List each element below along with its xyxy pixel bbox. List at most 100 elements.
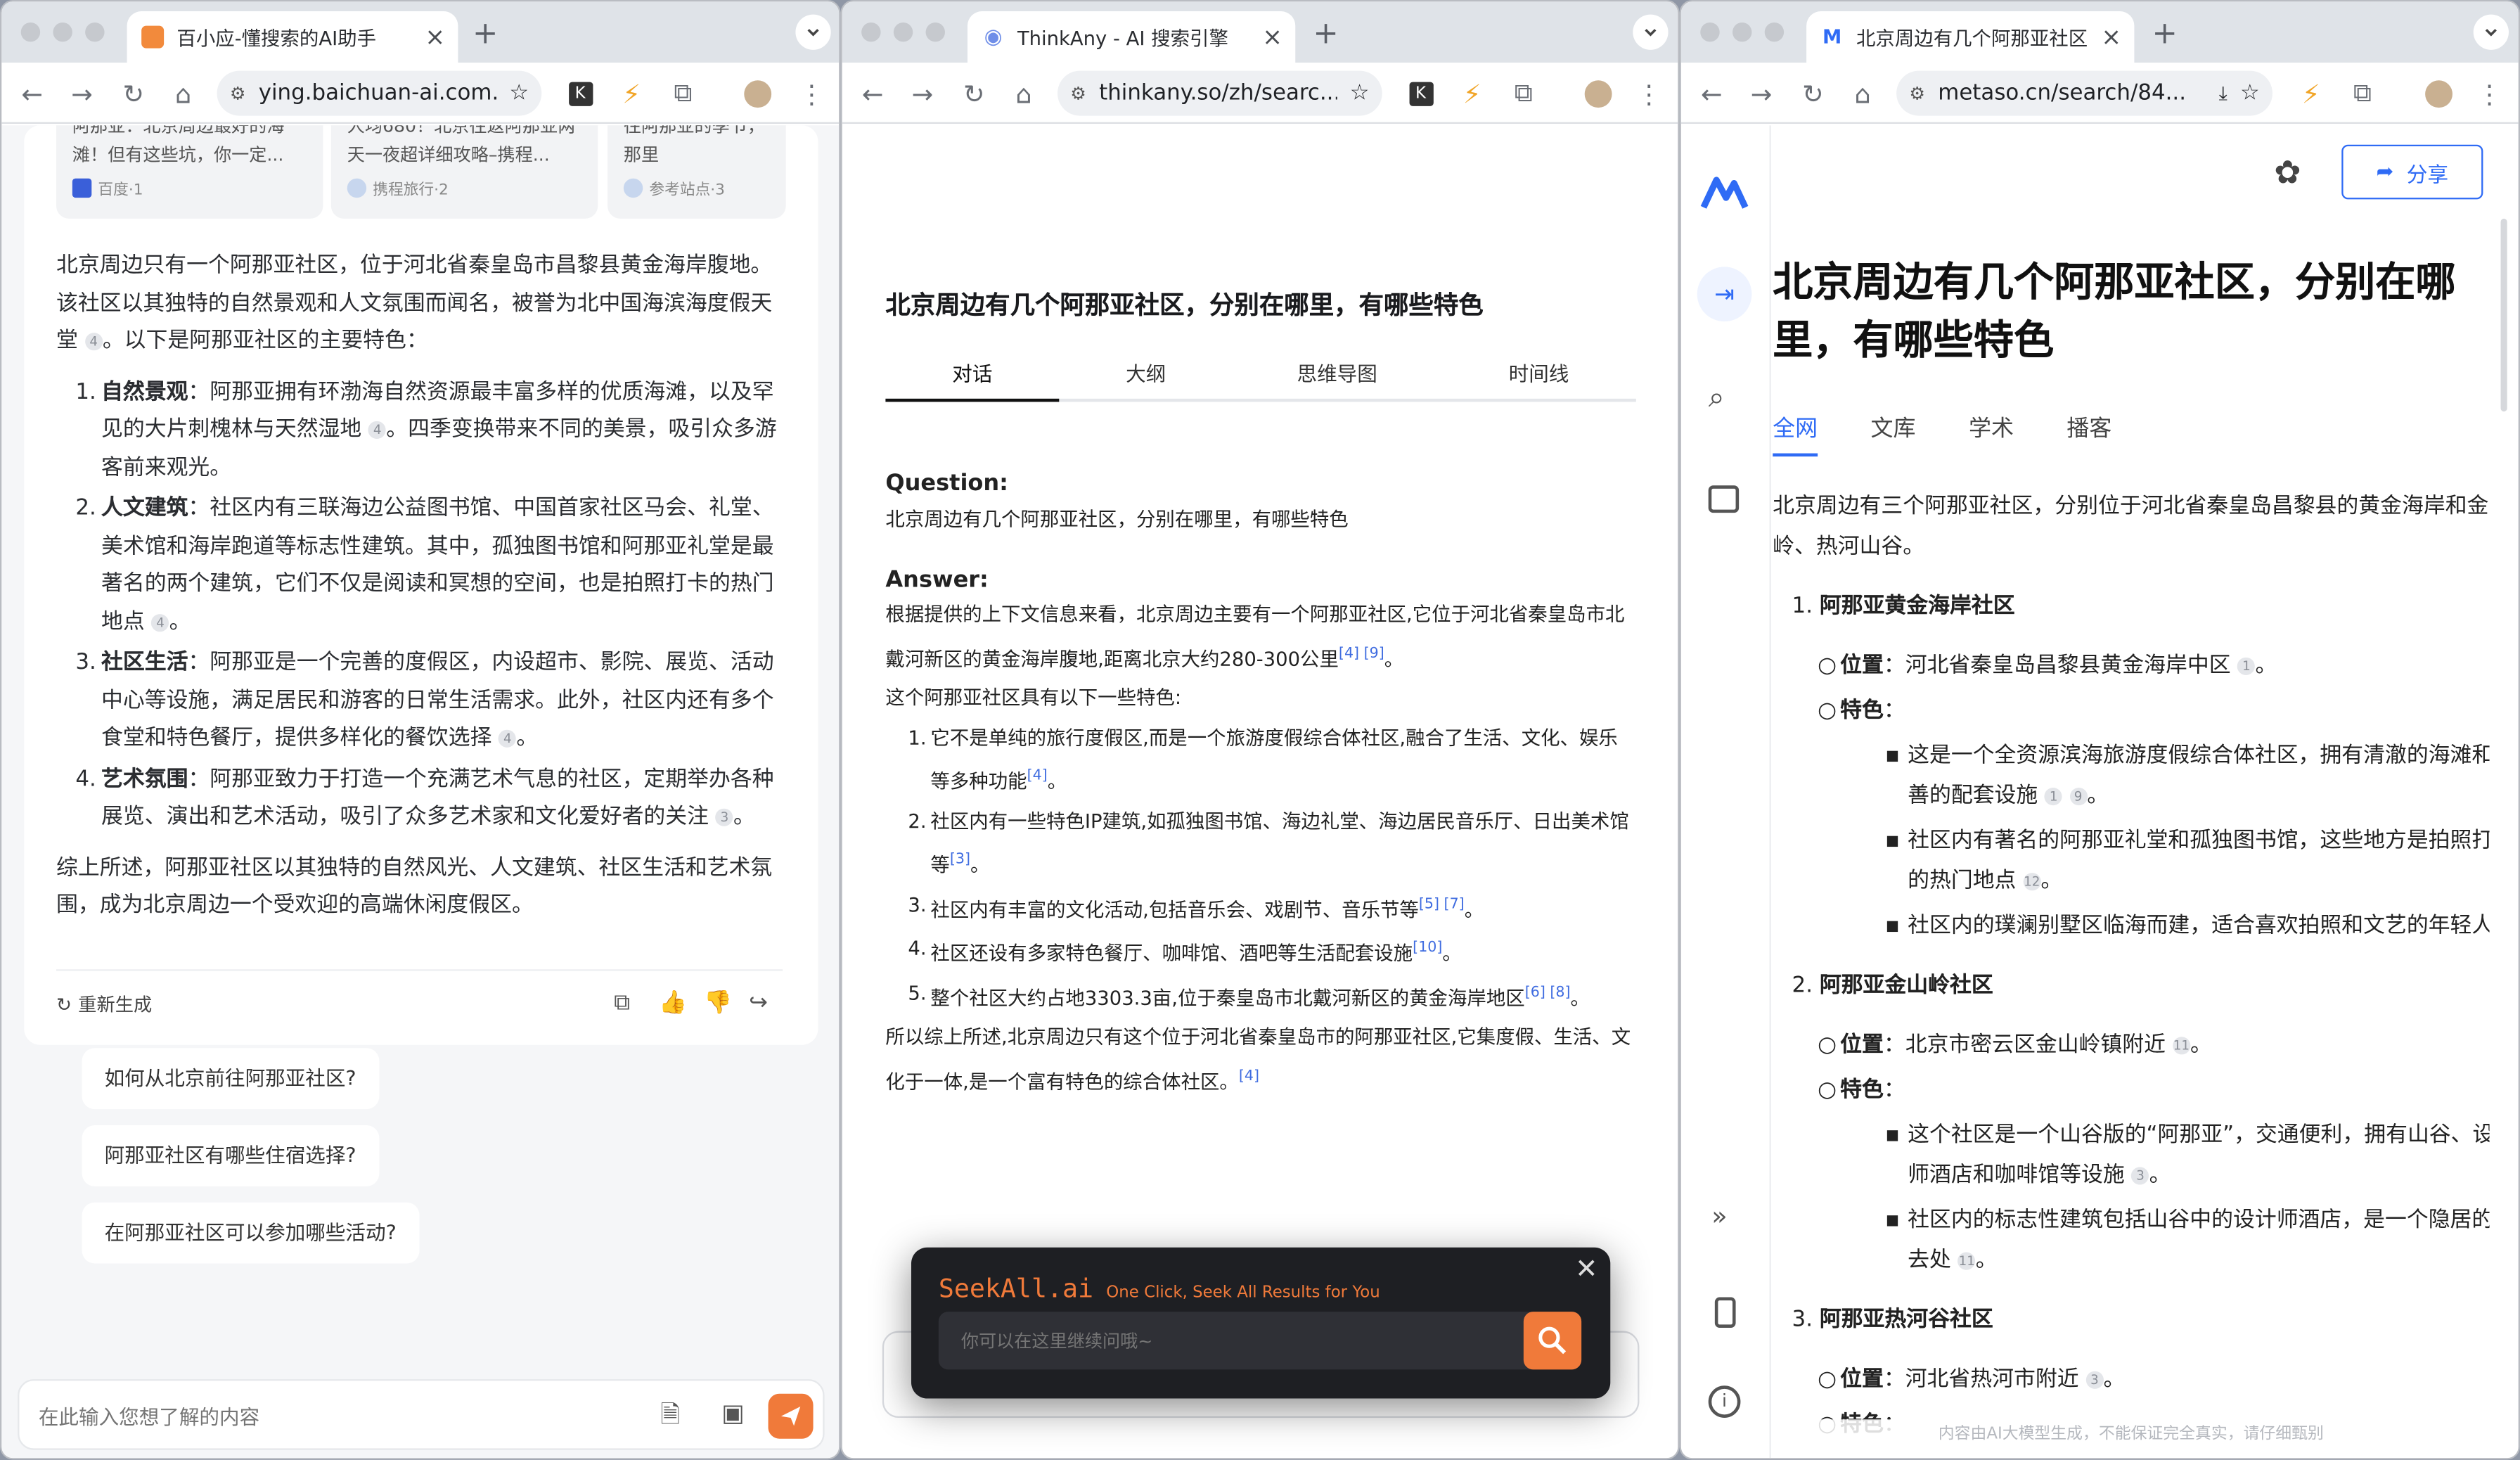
site-info-icon[interactable]: ⚙	[1070, 83, 1086, 104]
citation-badge[interactable]: 4	[499, 729, 517, 748]
close-tab-icon[interactable]: ×	[425, 23, 445, 51]
close-popup-icon[interactable]: ✕	[1575, 1254, 1598, 1286]
profile-avatar-icon[interactable]	[741, 77, 773, 110]
mobile-app-icon[interactable]	[1714, 1297, 1736, 1328]
tab-timeline[interactable]: 时间线	[1441, 350, 1636, 399]
new-tab-button[interactable]: +	[472, 16, 498, 51]
tab-outline[interactable]: 大纲	[1059, 350, 1233, 399]
home-icon[interactable]: ⌂	[167, 77, 200, 110]
reload-icon[interactable]: ↻	[1796, 77, 1829, 110]
install-app-icon[interactable]: ⤓	[2219, 81, 2228, 105]
citation-badge[interactable]: 9	[2069, 787, 2088, 806]
source-card[interactable]: 人均680！北京往返阿那亚两天一夜超详细攻略–携程... 携程旅行·2	[330, 125, 598, 219]
suggestion-chip[interactable]: 如何从北京前往阿那亚社区?	[82, 1048, 379, 1110]
reference-link[interactable]: [5] [7]	[1419, 896, 1465, 912]
reference-link[interactable]: [10]	[1413, 940, 1442, 956]
site-info-icon[interactable]: ⚙	[1909, 83, 1925, 104]
extension-bolt-icon[interactable]: ⚡	[615, 77, 648, 110]
browser-menu-icon[interactable]: ⋮	[2474, 77, 2506, 110]
window-controls[interactable]	[20, 22, 105, 42]
tab-search-button[interactable]	[795, 14, 831, 50]
bookmark-star-icon[interactable]: ☆	[2240, 80, 2260, 106]
citation-badge[interactable]: 4	[84, 333, 103, 351]
seekall-search-button[interactable]	[1523, 1312, 1582, 1370]
forward-icon[interactable]: →	[906, 77, 939, 110]
bookmark-star-icon[interactable]: ☆	[1350, 80, 1370, 106]
citation-badge[interactable]: 3	[2131, 1167, 2149, 1185]
browser-tab-metaso[interactable]: M 北京周边有几个阿那亚社区，分 ×	[1806, 11, 2135, 63]
scrollbar[interactable]	[2500, 218, 2507, 412]
reference-link[interactable]: [4]	[1239, 1068, 1259, 1084]
address-bar[interactable]: ⚙ thinkany.so/zh/searc... ☆	[1057, 70, 1382, 116]
extensions-puzzle-icon[interactable]: ⧉	[1508, 77, 1540, 110]
browser-tab-baichuan[interactable]: 百小应-懂搜索的AI助手 ×	[127, 11, 458, 63]
site-info-icon[interactable]: ⚙	[230, 83, 246, 104]
reference-link[interactable]: [4]	[1027, 769, 1048, 785]
source-card[interactable]: 往阿那亚的季节，那里 参考站点·3	[607, 125, 786, 219]
browser-menu-icon[interactable]: ⋮	[1633, 77, 1665, 110]
citation-badge[interactable]: 1	[2237, 657, 2256, 675]
forward-icon[interactable]: →	[66, 77, 98, 110]
new-tab-button[interactable]: +	[1313, 16, 1338, 51]
citation-badge[interactable]: 4	[151, 613, 169, 632]
forward-icon[interactable]: →	[1745, 77, 1778, 110]
citation-badge[interactable]: 4	[368, 421, 387, 439]
tab-search-button[interactable]	[2473, 14, 2509, 50]
suggestion-chip[interactable]: 阿那亚社区有哪些住宿选择?	[82, 1125, 379, 1186]
extension-bolt-icon[interactable]: ⚡	[1456, 77, 1489, 110]
citation-badge[interactable]: 3	[2085, 1371, 2104, 1389]
extension-bolt-icon[interactable]: ⚡	[2295, 77, 2327, 110]
reference-link[interactable]: [6] [8]	[1525, 985, 1571, 1001]
reload-icon[interactable]: ↻	[958, 77, 990, 110]
close-tab-icon[interactable]: ×	[2101, 23, 2121, 51]
home-icon[interactable]: ⌂	[1008, 77, 1040, 110]
metaso-logo-icon[interactable]	[1700, 175, 1749, 210]
share-icon[interactable]: ↪	[749, 990, 768, 1016]
back-icon[interactable]: ←	[856, 77, 889, 110]
send-button[interactable]	[768, 1393, 814, 1439]
extension-k-icon[interactable]: K	[564, 77, 596, 110]
tab-search-button[interactable]	[1633, 14, 1669, 50]
thumbs-up-icon[interactable]: 👍	[659, 990, 687, 1016]
close-tab-icon[interactable]: ×	[1262, 23, 1282, 51]
browser-tab-thinkany[interactable]: ◉ ThinkAny - AI 搜索引擎 ×	[967, 11, 1296, 63]
address-bar[interactable]: ⚙ ying.baichuan-ai.com... ☆	[217, 70, 542, 116]
tab-academic[interactable]: 学术	[1969, 411, 2014, 456]
citation-badge[interactable]: 11	[2172, 1037, 2190, 1055]
extensions-puzzle-icon[interactable]: ⧉	[2346, 77, 2379, 110]
thumbs-down-icon[interactable]: 👎	[704, 990, 732, 1016]
reload-icon[interactable]: ↻	[117, 77, 150, 110]
back-icon[interactable]: ←	[16, 77, 49, 110]
collapse-chevrons-icon[interactable]: »	[1711, 1200, 1727, 1231]
extensions-puzzle-icon[interactable]: ⧉	[667, 77, 700, 110]
browser-menu-icon[interactable]: ⋮	[795, 77, 828, 110]
citation-badge[interactable]: 11	[1958, 1252, 1976, 1270]
seekall-input[interactable]	[960, 1326, 1492, 1355]
reference-link[interactable]: [3]	[950, 852, 970, 868]
upload-file-icon[interactable]: 🗎	[660, 1399, 680, 1439]
info-icon[interactable]: i	[1708, 1385, 1741, 1418]
address-bar[interactable]: ⚙ metaso.cn/search/84... ⤓ ☆	[1896, 70, 2272, 116]
citation-badge[interactable]: 3	[715, 808, 733, 826]
regenerate-button[interactable]: ↻ 重新生成	[56, 992, 152, 1018]
profile-avatar-icon[interactable]	[2422, 77, 2455, 110]
source-card[interactable]: 阿那亚：北京周边最好的海滩！但有这些坑，你一定... 百度·1	[56, 125, 323, 219]
back-icon[interactable]: ←	[1695, 77, 1728, 110]
citation-badge[interactable]: 12	[2023, 873, 2041, 891]
new-tab-button[interactable]: +	[2152, 16, 2178, 51]
reference-link[interactable]: [4] [9]	[1339, 646, 1384, 662]
tab-podcast[interactable]: 播客	[2066, 411, 2111, 456]
tab-web[interactable]: 全网	[1773, 411, 1818, 457]
chat-input[interactable]	[38, 1400, 617, 1433]
citation-badge[interactable]: 1	[2045, 787, 2063, 806]
window-controls[interactable]	[1700, 22, 1785, 42]
bookmark-star-icon[interactable]: ☆	[509, 80, 529, 106]
tab-library[interactable]: 文库	[1871, 411, 1916, 456]
profile-avatar-icon[interactable]	[1581, 77, 1614, 110]
upload-image-icon[interactable]: ▣	[721, 1399, 744, 1428]
tab-mindmap[interactable]: 思维导图	[1233, 350, 1441, 399]
extension-k-icon[interactable]: K	[1405, 77, 1437, 110]
tab-dialog[interactable]: 对话	[885, 350, 1060, 402]
home-icon[interactable]: ⌂	[1846, 77, 1879, 110]
window-controls[interactable]	[861, 22, 945, 42]
